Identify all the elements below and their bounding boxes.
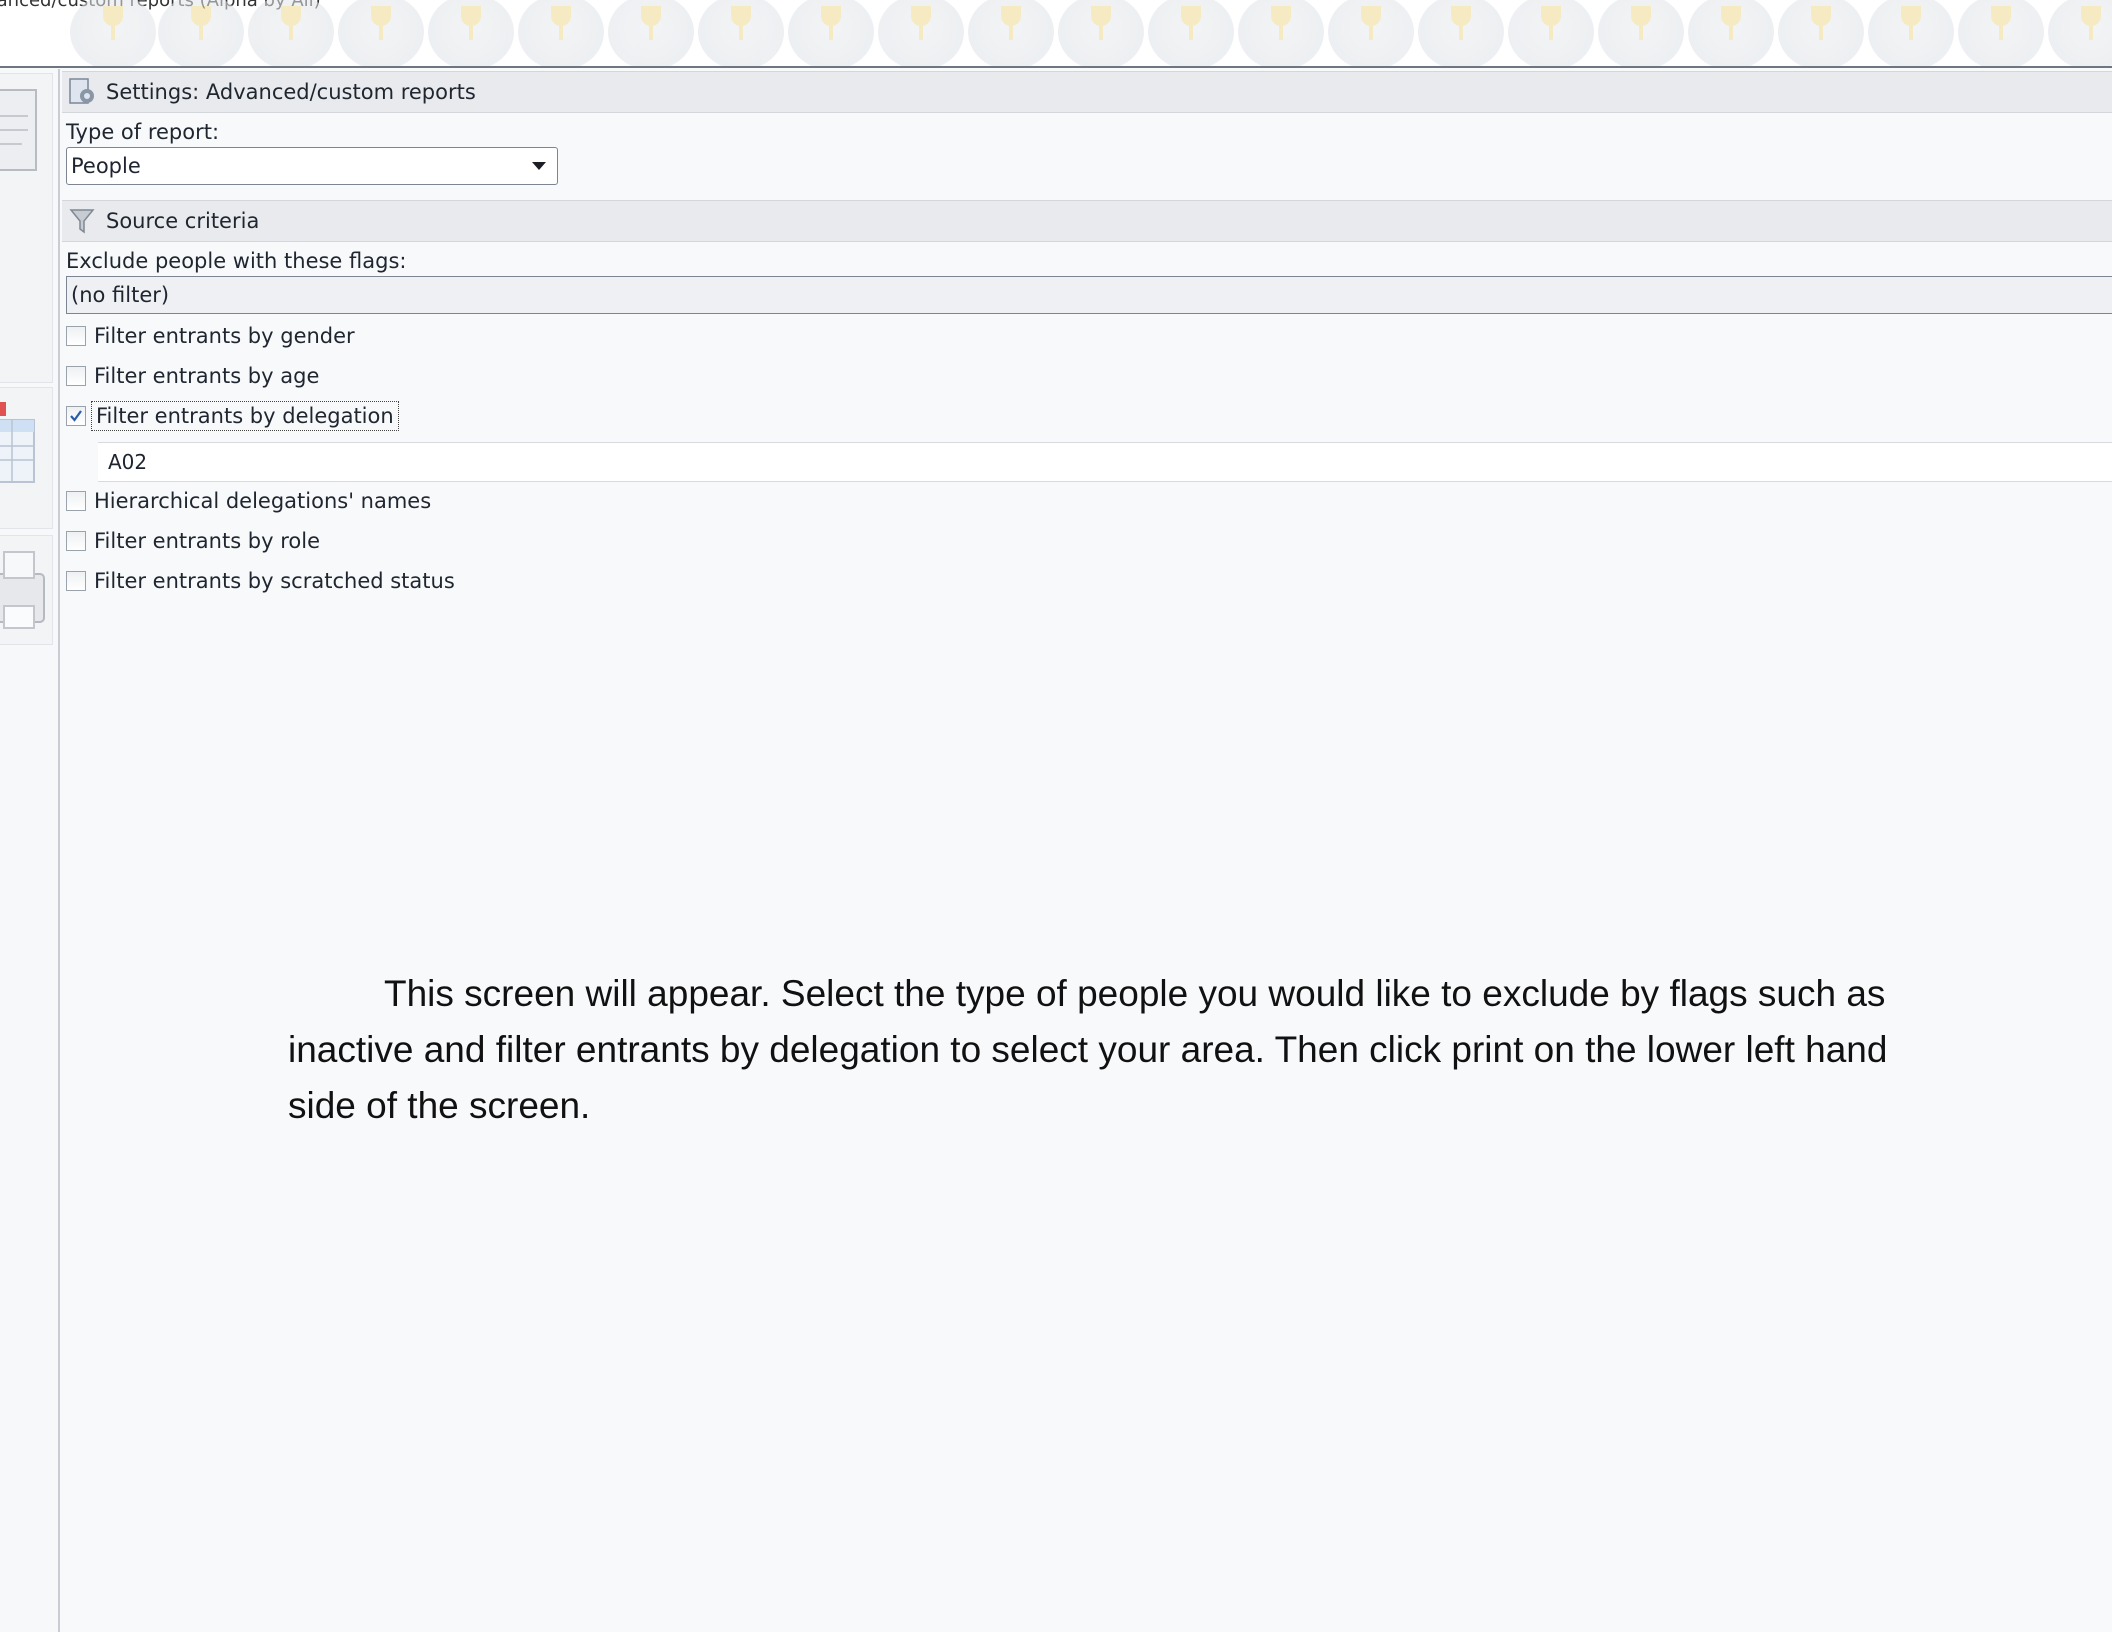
trophy-icon xyxy=(1958,0,2044,68)
report-type-value: People xyxy=(71,154,141,178)
filter-gender-row[interactable]: Filter entrants by gender xyxy=(66,321,355,351)
filter-age-checkbox[interactable] xyxy=(66,366,86,386)
trophy-icon xyxy=(1418,0,1504,68)
left-toolbar xyxy=(0,69,60,1632)
trophy-icon xyxy=(158,0,244,68)
toolbar-slot xyxy=(0,73,53,383)
trophy-icon xyxy=(1598,0,1684,68)
trophy-icon xyxy=(1688,0,1774,68)
instruction-text: This screen will appear. Select the type… xyxy=(288,973,1888,1126)
filter-delegation-label: Filter entrants by delegation xyxy=(91,401,399,431)
trophy-icon xyxy=(1238,0,1324,68)
filter-role-row[interactable]: Filter entrants by role xyxy=(66,526,320,556)
banner-divider xyxy=(0,66,2112,68)
filter-gender-label: Filter entrants by gender xyxy=(94,324,355,348)
trophy-icon xyxy=(1778,0,1864,68)
exclude-flags-label: Exclude people with these flags: xyxy=(66,249,407,273)
trophy-icon xyxy=(70,0,156,68)
trophy-icon xyxy=(2048,0,2112,68)
settings-header: Settings: Advanced/custom reports xyxy=(62,71,2112,113)
filter-role-checkbox[interactable] xyxy=(66,531,86,551)
trophy-icon xyxy=(608,0,694,68)
filter-delegation-checkbox[interactable] xyxy=(66,406,86,426)
source-criteria-header: Source criteria xyxy=(62,200,2112,242)
exclude-flags-value: (no filter) xyxy=(71,283,170,307)
hierarchical-names-label: Hierarchical delegations' names xyxy=(94,489,432,513)
filter-age-label: Filter entrants by age xyxy=(94,364,320,388)
trophy-icon xyxy=(698,0,784,68)
trophy-icon xyxy=(1868,0,1954,68)
check-icon xyxy=(70,410,82,422)
report-type-dropdown[interactable]: People xyxy=(66,147,558,185)
filter-scratched-row[interactable]: Filter entrants by scratched status xyxy=(66,566,455,596)
trophy-icon xyxy=(1508,0,1594,68)
filter-age-row[interactable]: Filter entrants by age xyxy=(66,361,319,391)
spreadsheet-icon[interactable] xyxy=(0,398,40,498)
hierarchical-names-checkbox[interactable] xyxy=(66,491,86,511)
delegation-field[interactable]: A02 xyxy=(98,442,2112,482)
report-type-label: Type of report: xyxy=(66,120,220,144)
trophy-icon xyxy=(788,0,874,68)
hierarchical-names-row[interactable]: Hierarchical delegations' names xyxy=(66,486,431,516)
trophy-icon xyxy=(1328,0,1414,68)
trophy-icon xyxy=(878,0,964,68)
trophy-icon xyxy=(248,0,334,68)
trophy-icon xyxy=(338,0,424,68)
report-page-icon[interactable] xyxy=(0,86,40,176)
app-banner: vanced/custom reports (Alpha by All) xyxy=(0,0,2112,68)
settings-panel: Settings: Advanced/custom reports Type o… xyxy=(62,69,2112,1632)
filter-role-label: Filter entrants by role xyxy=(94,529,321,553)
trophy-icon xyxy=(428,0,514,68)
trophy-icon xyxy=(1148,0,1234,68)
filter-scratched-label: Filter entrants by scratched status xyxy=(94,569,455,593)
funnel-icon xyxy=(66,205,98,237)
trophy-icon xyxy=(968,0,1054,68)
exclude-flags-dropdown[interactable]: (no filter) xyxy=(66,276,2112,314)
trophy-icon xyxy=(518,0,604,68)
filter-delegation-row[interactable]: Filter entrants by delegation xyxy=(66,401,399,431)
settings-title: Settings: Advanced/custom reports xyxy=(106,80,476,104)
printer-icon[interactable] xyxy=(0,544,48,636)
trophy-icon xyxy=(1058,0,1144,68)
settings-report-icon xyxy=(66,76,98,108)
toolbar-slot xyxy=(0,387,53,529)
filter-scratched-checkbox[interactable] xyxy=(66,571,86,591)
toolbar-slot xyxy=(0,535,53,645)
source-criteria-title: Source criteria xyxy=(106,209,260,233)
filter-gender-checkbox[interactable] xyxy=(66,326,86,346)
chevron-down-icon[interactable] xyxy=(527,154,551,182)
delegation-value: A02 xyxy=(108,450,148,474)
